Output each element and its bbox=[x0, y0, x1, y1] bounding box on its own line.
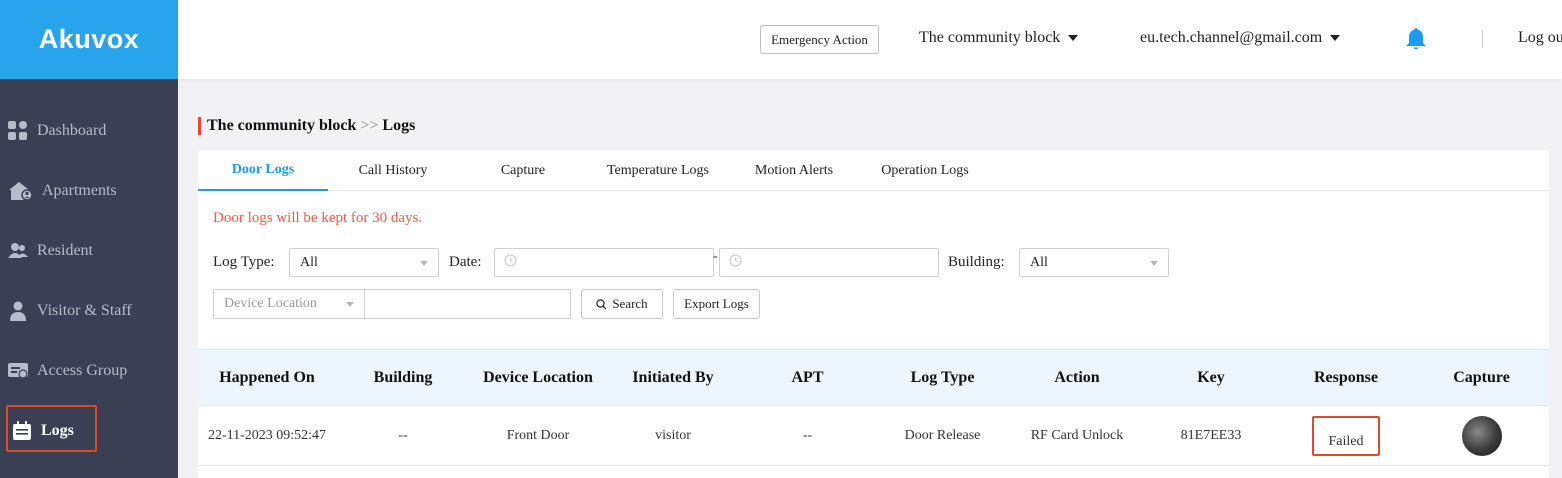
cell-action: RF Card Unlock bbox=[1030, 427, 1124, 443]
tab-door-logs[interactable]: Door Logs bbox=[198, 150, 328, 191]
export-logs-button[interactable]: Export Logs bbox=[673, 289, 760, 319]
log-tabs: Door Logs Call History Capture Temperatu… bbox=[198, 150, 1549, 191]
sidebar-item-label: Apartments bbox=[42, 182, 117, 199]
sidebar-item-dashboard[interactable]: Dashboard bbox=[0, 111, 178, 151]
resident-icon bbox=[8, 241, 28, 261]
status-badge: Failed bbox=[1328, 433, 1364, 449]
building-label: Building: bbox=[948, 254, 1005, 270]
log-type-label: Log Type: bbox=[213, 254, 275, 270]
tab-call-history[interactable]: Call History bbox=[328, 150, 458, 191]
community-selector[interactable]: The community block bbox=[919, 29, 1079, 47]
search-icon bbox=[596, 298, 607, 310]
building-value: All bbox=[1030, 254, 1048, 270]
breadcrumb-community[interactable]: The community block bbox=[207, 117, 356, 135]
account-email: eu.tech.channel@gmail.com bbox=[1140, 29, 1323, 46]
sidebar-item-label: Access Group bbox=[37, 362, 128, 379]
log-type-value: All bbox=[300, 254, 318, 270]
access-group-icon bbox=[8, 361, 28, 381]
column-header[interactable]: Key bbox=[1144, 350, 1278, 405]
sidebar: Akuvox Dashboard Apartments Resident Vis… bbox=[0, 0, 178, 478]
table-row[interactable]: 22-11-2023 09:52:47 -- Front Door visito… bbox=[198, 406, 1549, 466]
visitor-staff-icon bbox=[8, 301, 28, 321]
cell-response: Failed bbox=[1278, 406, 1414, 465]
dashboard-icon bbox=[8, 121, 28, 141]
sidebar-item-label: Visitor & Staff bbox=[37, 302, 132, 319]
cell-happened-on: 22-11-2023 09:52:47 bbox=[207, 427, 327, 443]
log-type-select[interactable]: All bbox=[289, 248, 439, 277]
breadcrumb-separator: >> bbox=[360, 117, 379, 134]
bell-icon[interactable] bbox=[1405, 27, 1427, 51]
device-location-search-input[interactable] bbox=[364, 289, 571, 319]
sidebar-item-resident[interactable]: Resident bbox=[0, 231, 178, 271]
device-location-placeholder: Device Location bbox=[224, 296, 317, 311]
sidebar-item-label: Resident bbox=[37, 242, 93, 259]
apartments-icon bbox=[8, 181, 34, 201]
logo-text: Akuvox bbox=[38, 24, 140, 54]
chevron-down-icon bbox=[1330, 35, 1341, 41]
chevron-down-icon bbox=[346, 302, 354, 307]
tab-operation-logs[interactable]: Operation Logs bbox=[863, 150, 987, 191]
logs-highlight-box bbox=[6, 405, 97, 452]
cell-key: 81E7EE33 bbox=[1180, 427, 1242, 443]
column-header[interactable]: Device Location bbox=[470, 350, 606, 405]
response-highlight-box: Failed bbox=[1312, 415, 1380, 456]
clock-icon bbox=[504, 254, 517, 272]
chevron-down-icon bbox=[1068, 35, 1079, 41]
chevron-down-icon bbox=[420, 261, 428, 266]
account-menu[interactable]: eu.tech.channel@gmail.com bbox=[1140, 29, 1341, 47]
top-header: Emergency Action The community block eu.… bbox=[178, 0, 1562, 79]
date-separator: - bbox=[713, 249, 718, 264]
device-location-select[interactable]: Device Location bbox=[213, 289, 365, 319]
sidebar-item-label: Dashboard bbox=[37, 122, 107, 139]
cell-capture bbox=[1414, 406, 1549, 465]
sidebar-item-apartments[interactable]: Apartments bbox=[0, 171, 178, 211]
end-date-input[interactable] bbox=[719, 248, 939, 277]
logs-panel: Door Logs Call History Capture Temperatu… bbox=[198, 150, 1549, 478]
sidebar-item-access-group[interactable]: Access Group bbox=[0, 351, 178, 391]
column-header[interactable]: Initiated By bbox=[606, 350, 740, 405]
capture-thumbnail[interactable] bbox=[1461, 415, 1502, 456]
column-header[interactable]: Response bbox=[1278, 350, 1414, 405]
chevron-down-icon bbox=[1150, 261, 1158, 266]
column-header[interactable]: Happened On bbox=[198, 350, 336, 405]
emergency-action-button[interactable]: Emergency Action bbox=[760, 25, 879, 54]
search-button-label: Search bbox=[612, 296, 648, 311]
logout-link[interactable]: Log ou bbox=[1518, 29, 1562, 47]
cell-apt: -- bbox=[802, 427, 813, 443]
start-date-input[interactable] bbox=[494, 248, 714, 277]
search-button[interactable]: Search bbox=[581, 289, 663, 319]
breadcrumb: The community block >> Logs bbox=[198, 117, 415, 135]
column-header[interactable]: Building bbox=[336, 350, 470, 405]
logo[interactable]: Akuvox bbox=[0, 0, 178, 79]
clock-icon bbox=[729, 254, 742, 272]
cell-initiated-by: visitor bbox=[655, 427, 691, 443]
table-header: Happened On Building Device Location Ini… bbox=[198, 349, 1549, 406]
cell-device-location: Front Door bbox=[506, 427, 570, 443]
tab-motion-alerts[interactable]: Motion Alerts bbox=[734, 150, 854, 191]
header-divider bbox=[1482, 30, 1483, 48]
community-name: The community block bbox=[919, 29, 1061, 46]
retention-notice: Door logs will be kept for 30 days. bbox=[213, 210, 423, 226]
breadcrumb-page: Logs bbox=[382, 117, 416, 134]
column-header[interactable]: Action bbox=[1010, 350, 1144, 405]
column-header[interactable]: Log Type bbox=[875, 350, 1010, 405]
column-header[interactable]: Capture bbox=[1414, 350, 1549, 405]
cell-log-type: Door Release bbox=[904, 427, 981, 443]
building-select[interactable]: All bbox=[1019, 248, 1169, 277]
date-label: Date: bbox=[449, 254, 482, 270]
tab-capture[interactable]: Capture bbox=[458, 150, 588, 191]
sidebar-item-visitor-staff[interactable]: Visitor & Staff bbox=[0, 291, 178, 331]
cell-building: -- bbox=[398, 427, 408, 443]
column-header[interactable]: APT bbox=[740, 350, 875, 405]
tab-temperature-logs[interactable]: Temperature Logs bbox=[590, 150, 726, 191]
